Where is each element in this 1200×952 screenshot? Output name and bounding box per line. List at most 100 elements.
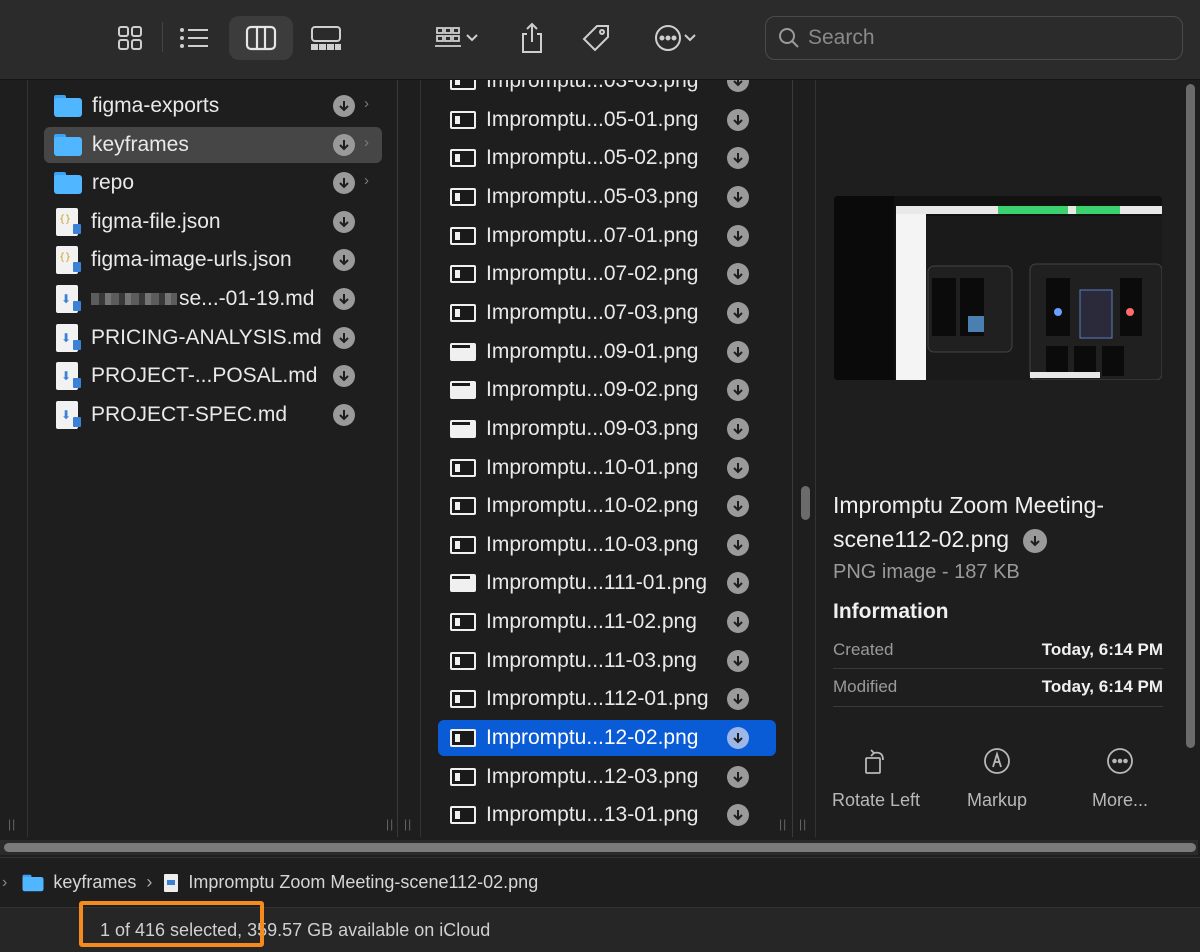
- created-row: Created Today, 6:14 PM: [833, 637, 1163, 663]
- png-file-icon: [450, 111, 476, 129]
- preview-title-text: Impromptu Zoom Meeting-scene112-02.png: [833, 492, 1104, 552]
- group-grid-icon: [435, 27, 461, 47]
- file-list-item[interactable]: Impromptu...10-01.png: [438, 450, 776, 486]
- download-icon[interactable]: [727, 225, 749, 247]
- file-list-item[interactable]: Impromptu...10-02.png: [438, 488, 776, 524]
- preview-scrollbar[interactable]: [1186, 84, 1195, 748]
- file-list-item[interactable]: Impromptu...11-03.png: [438, 643, 776, 679]
- path-folder-item[interactable]: keyframes: [19, 872, 136, 894]
- grid-icon: [118, 26, 142, 50]
- file-name-label: Impromptu...10-01.png: [486, 456, 699, 479]
- download-icon[interactable]: [727, 302, 749, 324]
- markup-label: Markup: [966, 790, 1028, 810]
- file-name-label: Impromptu...112-01.png: [486, 687, 709, 710]
- chevron-right-icon: ›: [146, 872, 153, 892]
- list-view-button[interactable]: [172, 16, 216, 60]
- more-label: More...: [1091, 790, 1148, 810]
- more-actions-button[interactable]: [644, 16, 706, 60]
- file-list-item[interactable]: Impromptu...07-02.png: [438, 256, 776, 292]
- file-list-item[interactable]: Impromptu...05-01.png: [438, 102, 776, 138]
- file-name-label: Impromptu...05-03.png: [486, 185, 699, 208]
- file-name-label: Impromptu...13-01.png: [486, 803, 699, 826]
- file-list-item[interactable]: Impromptu...05-03.png: [438, 179, 776, 215]
- download-icon[interactable]: [727, 650, 749, 672]
- path-file-item[interactable]: Impromptu Zoom Meeting-scene112-02.png: [164, 872, 538, 893]
- toolbar: Search: [0, 0, 1200, 80]
- download-icon[interactable]: [727, 186, 749, 208]
- png-file-icon: [450, 227, 476, 245]
- file-list-item[interactable]: Impromptu...09-01.png: [438, 334, 776, 370]
- share-icon: [522, 22, 542, 53]
- file-list-item[interactable]: Impromptu...111-01.png: [438, 565, 776, 601]
- png-file-icon: [450, 729, 476, 747]
- png-file-icon: [450, 265, 476, 283]
- markup-icon: [984, 748, 1010, 774]
- preview-title: Impromptu Zoom Meeting-scene112-02.png: [833, 488, 1173, 556]
- png-file-icon: [450, 304, 476, 322]
- tag-button[interactable]: [574, 16, 618, 60]
- markup-button[interactable]: Markup: [937, 744, 1057, 811]
- file-list-item[interactable]: Impromptu...112-01.png: [438, 681, 776, 717]
- download-icon[interactable]: [727, 766, 749, 788]
- download-icon[interactable]: [727, 688, 749, 710]
- download-icon[interactable]: [727, 495, 749, 517]
- png-file-icon: [450, 459, 476, 477]
- file-list-item[interactable]: Impromptu...11-02.png: [438, 604, 776, 640]
- search-field[interactable]: Search: [765, 16, 1183, 60]
- file-list-item[interactable]: Impromptu...07-03.png: [438, 295, 776, 331]
- file-name-label: Impromptu...09-03.png: [486, 417, 699, 440]
- file-name-label: Impromptu...05-02.png: [486, 146, 699, 169]
- file-name-label: Impromptu...09-02.png: [486, 378, 699, 401]
- png-file-icon: [450, 574, 476, 592]
- download-icon[interactable]: [727, 147, 749, 169]
- file-name-label: Impromptu...09-01.png: [486, 340, 699, 363]
- download-icon[interactable]: [727, 379, 749, 401]
- file-list-item[interactable]: Impromptu...12-02.png: [438, 720, 776, 756]
- file-name-label: Impromptu...10-03.png: [486, 533, 699, 556]
- png-file-icon: [450, 343, 476, 361]
- column-resize-handle[interactable]: ||: [799, 817, 807, 831]
- path-folder-label: keyframes: [53, 872, 137, 892]
- download-icon[interactable]: [1023, 528, 1048, 553]
- download-icon[interactable]: [727, 572, 749, 594]
- file-list-item[interactable]: Impromptu...09-02.png: [438, 372, 776, 408]
- modified-value: Today, 6:14 PM: [1041, 677, 1163, 696]
- file-list-item[interactable]: Impromptu...09-03.png: [438, 411, 776, 447]
- icon-view-button[interactable]: [108, 16, 152, 60]
- group-button[interactable]: [420, 16, 490, 60]
- file-list-item[interactable]: Impromptu...12-03.png: [438, 759, 776, 795]
- gallery-view-button[interactable]: [304, 16, 348, 60]
- chevron-right-icon: ›: [2, 873, 8, 891]
- download-icon[interactable]: [727, 341, 749, 363]
- download-icon[interactable]: [727, 457, 749, 479]
- file-name-label: Impromptu...07-03.png: [486, 301, 699, 324]
- download-icon[interactable]: [727, 418, 749, 440]
- column-view-button[interactable]: [229, 16, 293, 60]
- share-button[interactable]: [510, 16, 554, 60]
- search-placeholder: Search: [808, 26, 875, 49]
- available-space: , 359.57 GB available on iCloud: [237, 919, 491, 940]
- gallery-icon: [311, 26, 341, 50]
- chevron-down-icon: [684, 34, 696, 42]
- download-icon[interactable]: [727, 109, 749, 131]
- file-list-item[interactable]: Impromptu...05-02.png: [438, 140, 776, 176]
- file-name-label: Impromptu...05-01.png: [486, 108, 699, 131]
- download-icon[interactable]: [727, 804, 749, 826]
- path-bar: › keyframes › Impromptu Zoom Meeting-sce…: [0, 857, 1200, 907]
- download-icon[interactable]: [727, 727, 749, 749]
- download-icon[interactable]: [727, 534, 749, 556]
- modified-row: Modified Today, 6:14 PM: [833, 674, 1163, 700]
- file-list-item[interactable]: Impromptu...10-03.png: [438, 527, 776, 563]
- file-list-item[interactable]: Impromptu...13-01.png: [438, 797, 776, 833]
- more-button[interactable]: More...: [1060, 744, 1180, 811]
- horizontal-scrollbar[interactable]: [0, 840, 1198, 855]
- modified-label: Modified: [833, 677, 898, 696]
- download-icon[interactable]: [727, 611, 749, 633]
- file-name-label: Impromptu...10-02.png: [486, 494, 699, 517]
- preview-thumbnail: [834, 196, 1162, 380]
- files-column-scrollbar[interactable]: [801, 486, 810, 520]
- rotate-left-button[interactable]: Rotate Left: [816, 744, 936, 811]
- file-list-item[interactable]: Impromptu...07-01.png: [438, 218, 776, 254]
- ellipsis-circle-icon: [655, 25, 681, 51]
- download-icon[interactable]: [727, 263, 749, 285]
